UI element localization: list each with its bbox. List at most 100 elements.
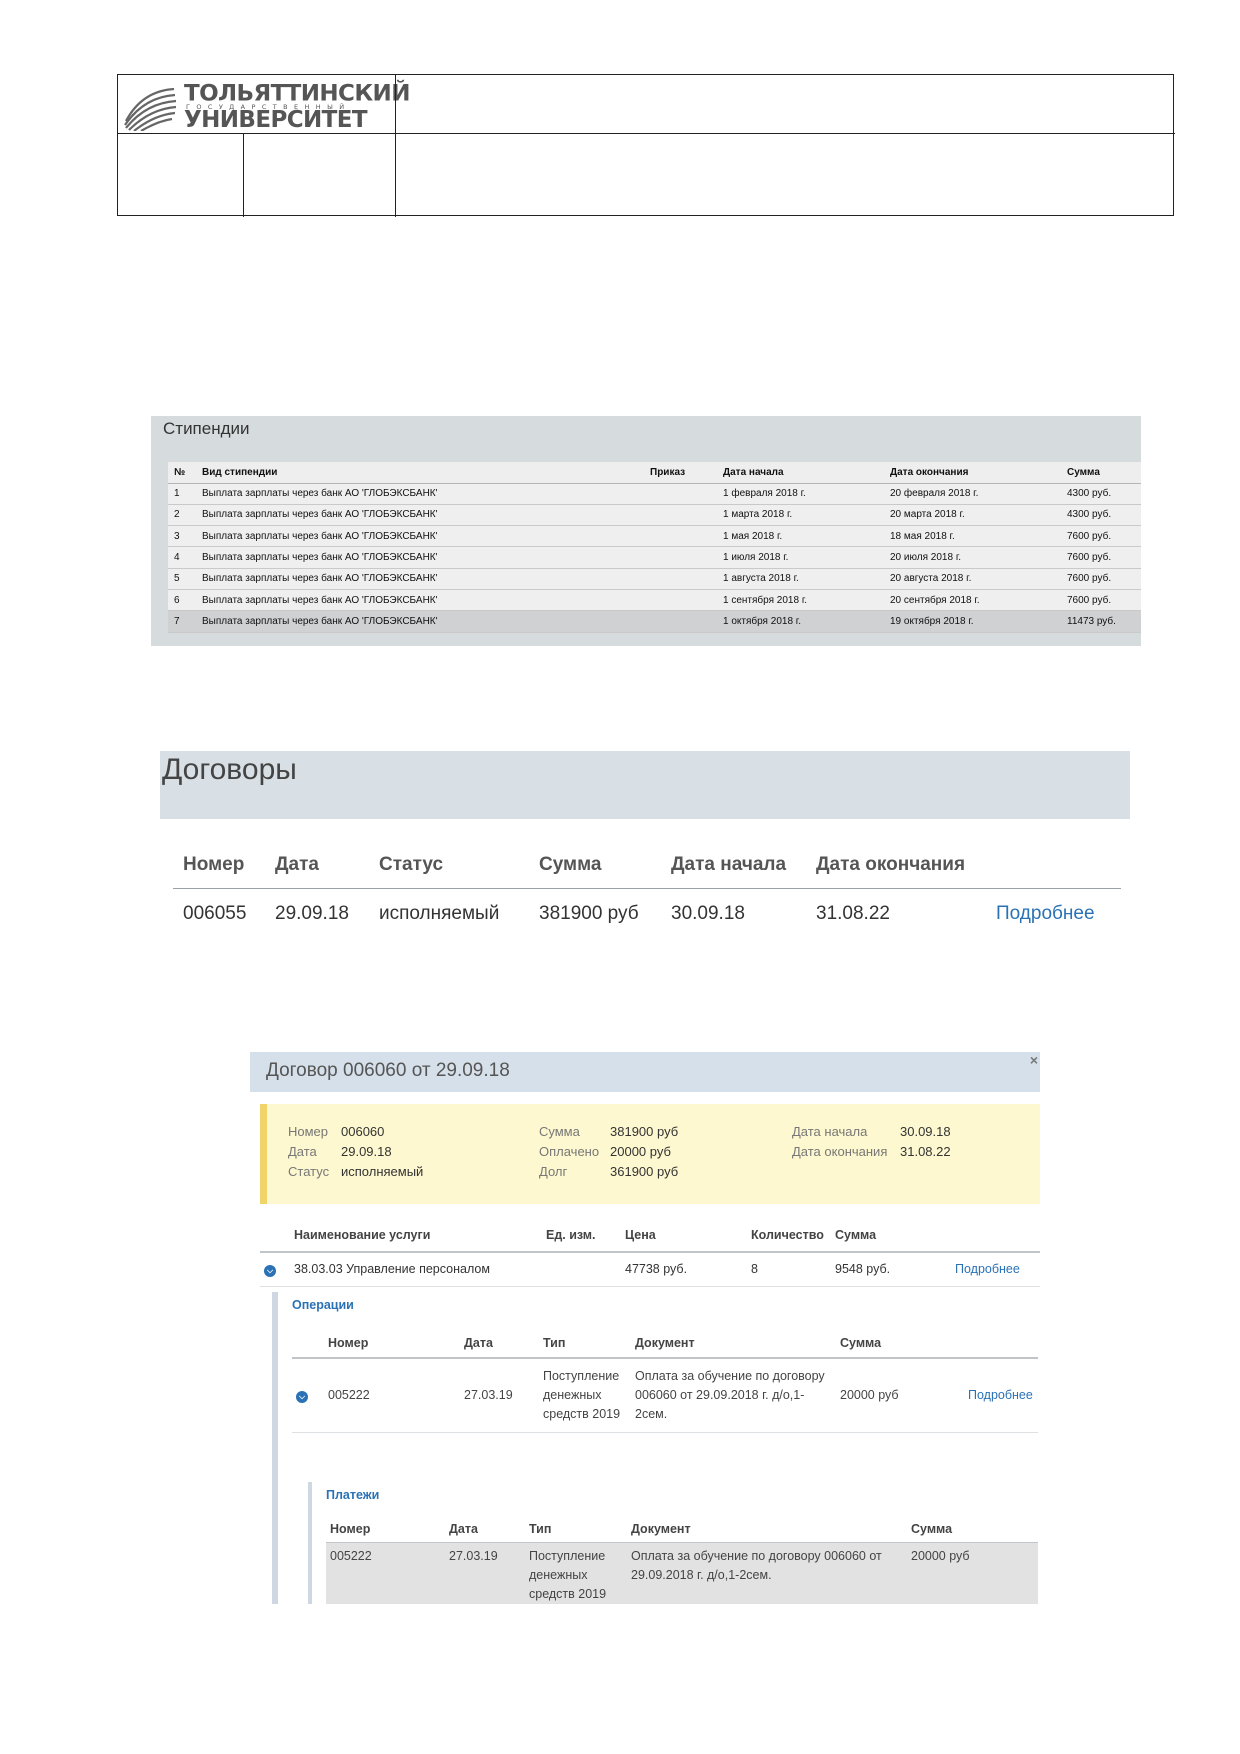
details-link[interactable]: Подробнее xyxy=(951,1252,1040,1287)
cell-start: 1 марта 2018 г. xyxy=(717,504,884,527)
cell-date: 27.03.19 xyxy=(445,1542,525,1604)
cell-sum: 20000 руб xyxy=(836,1358,964,1433)
col-header-number: № xyxy=(168,462,196,484)
start-value: 30.09.18 xyxy=(900,1124,951,1139)
cell-end: 20 августа 2018 г. xyxy=(884,568,1061,590)
col-header-sum: Сумма xyxy=(1061,462,1141,484)
table-row-selected[interactable]: 7 Выплата зарплаты через банк АО 'ГЛОБЭК… xyxy=(168,610,1141,633)
cell-start: 1 сентября 2018 г. xyxy=(717,589,884,612)
operations-section: Операции Номер Дата Тип Документ Сумма ⌵… xyxy=(272,1292,1040,1604)
cell-kind: Выплата зарплаты через банк АО 'ГЛОБЭКСБ… xyxy=(196,589,644,612)
cell-order xyxy=(644,610,717,633)
cell-start: 1 июля 2018 г. xyxy=(717,546,884,569)
contract-detail-modal: Договор 006060 от 29.09.18 × Номер 00606… xyxy=(250,1052,1040,1604)
col-header-service: Наименование услуги xyxy=(290,1218,542,1253)
table-row[interactable]: 2 Выплата зарплаты через банк АО 'ГЛОБЭК… xyxy=(168,504,1141,527)
close-icon[interactable]: × xyxy=(1030,1052,1038,1068)
col-header-action xyxy=(951,1218,1040,1253)
col-header-order: Приказ xyxy=(644,462,717,484)
col-header-sum: Сумма xyxy=(836,1328,964,1359)
cell-sum: 7600 руб. xyxy=(1061,589,1141,612)
table-row[interactable]: 1 Выплата зарплаты через банк АО 'ГЛОБЭК… xyxy=(168,483,1141,505)
col-header-unit: Ед. изм. xyxy=(542,1218,621,1253)
operations-title: Операции xyxy=(292,1298,354,1312)
col-header-number: Номер xyxy=(326,1516,445,1543)
payments-table: Номер Дата Тип Документ Сумма 005222 27.… xyxy=(326,1516,1038,1604)
cell-number: 005222 xyxy=(324,1358,460,1433)
cell-end: 20 марта 2018 г. xyxy=(884,504,1061,527)
expand-toggle[interactable]: ⌵ xyxy=(292,1358,324,1433)
col-header-end: Дата окончания xyxy=(806,842,986,889)
end-value: 31.08.22 xyxy=(900,1144,951,1159)
university-logo: ТОЛЬЯТТИНСКИЙ ГОСУДАРСТВЕННЫЙ УНИВЕРСИТЕ… xyxy=(122,79,410,133)
col-header-date: Дата xyxy=(445,1516,525,1543)
col-header-status: Статус xyxy=(369,842,529,889)
table-header-row: № Вид стипендии Приказ Дата начала Дата … xyxy=(168,462,1141,484)
cell-sum: 7600 руб. xyxy=(1061,525,1141,548)
cell-sum: 7600 руб. xyxy=(1061,546,1141,569)
cell-date: 27.03.19 xyxy=(460,1358,539,1433)
modal-title: Договор 006060 от 29.09.18 xyxy=(266,1060,510,1081)
table-header-row: Номер Дата Статус Сумма Дата начала Дата… xyxy=(173,842,1121,889)
sum-label: Сумма xyxy=(539,1124,580,1139)
col-header-type: Тип xyxy=(525,1516,627,1543)
cell-number: 005222 xyxy=(326,1542,445,1604)
cell-number: 5 xyxy=(168,568,196,590)
contracts-title: Договоры xyxy=(162,753,297,786)
col-header-end: Дата окончания xyxy=(884,462,1061,484)
contracts-table: Номер Дата Статус Сумма Дата начала Дата… xyxy=(173,842,1121,940)
col-header-document: Документ xyxy=(627,1516,907,1543)
sum-value: 381900 руб xyxy=(610,1124,679,1139)
cell-number: 2 xyxy=(168,504,196,527)
cell-unit xyxy=(542,1252,621,1287)
cell-order xyxy=(644,589,717,612)
header-divider xyxy=(118,133,1175,134)
date-label: Дата xyxy=(288,1144,317,1159)
cell-end: 20 сентября 2018 г. xyxy=(884,589,1061,612)
chevron-down-icon[interactable]: ⌵ xyxy=(296,1391,308,1403)
logo-text-line3: УНИВЕРСИТЕТ xyxy=(184,107,368,133)
table-row[interactable]: 6 Выплата зарплаты через банк АО 'ГЛОБЭК… xyxy=(168,589,1141,612)
cell-end: 31.08.22 xyxy=(816,903,890,925)
col-header-number: Номер xyxy=(173,842,265,889)
cell-number: 3 xyxy=(168,525,196,548)
status-label: Статус xyxy=(288,1164,330,1179)
cell-sum: 9548 руб. xyxy=(831,1252,951,1287)
cell-status: исполняемый xyxy=(379,903,500,925)
table-row[interactable]: 3 Выплата зарплаты через банк АО 'ГЛОБЭК… xyxy=(168,525,1141,548)
operations-table: Номер Дата Тип Документ Сумма ⌵ 005222 2… xyxy=(292,1328,1038,1433)
cell-sum: 11473 руб. xyxy=(1061,610,1141,633)
paid-label: Оплачено xyxy=(539,1144,600,1159)
contracts-header: Договоры xyxy=(160,751,1130,819)
cell-start: 30.09.18 xyxy=(671,903,745,925)
table-header-row: Номер Дата Тип Документ Сумма xyxy=(326,1516,1038,1543)
debt-label: Долг xyxy=(539,1164,568,1179)
cell-end: 20 июля 2018 г. xyxy=(884,546,1061,569)
cell-order xyxy=(644,568,717,590)
cell-kind: Выплата зарплаты через банк АО 'ГЛОБЭКСБ… xyxy=(196,568,644,590)
table-row[interactable]: 5 Выплата зарплаты через банк АО 'ГЛОБЭК… xyxy=(168,568,1141,590)
cell-end: 19 октября 2018 г. xyxy=(884,610,1061,633)
details-link[interactable]: Подробнее xyxy=(964,1358,1038,1433)
status-value: исполняемый xyxy=(341,1164,424,1179)
chevron-down-icon[interactable]: ⌵ xyxy=(264,1264,276,1277)
table-header-row: Номер Дата Тип Документ Сумма xyxy=(292,1328,1038,1359)
cell-type: Поступление денежных средств 2019 xyxy=(539,1358,631,1433)
col-header-action xyxy=(964,1328,1038,1359)
cell-end: 20 февраля 2018 г. xyxy=(884,483,1061,505)
cell-date: 29.09.18 xyxy=(275,903,349,925)
col-header-start: Дата начала xyxy=(717,462,884,484)
col-header-toggle xyxy=(292,1328,324,1359)
start-label: Дата начала xyxy=(792,1124,868,1139)
cell-order xyxy=(644,504,717,527)
col-header-number: Номер xyxy=(324,1328,460,1359)
col-header-type: Тип xyxy=(539,1328,631,1359)
cell-kind: Выплата зарплаты через банк АО 'ГЛОБЭКСБ… xyxy=(196,546,644,569)
col-header-start: Дата начала xyxy=(661,842,806,889)
details-link[interactable]: Подробнее xyxy=(986,888,1121,940)
cell-qty: 8 xyxy=(747,1252,831,1287)
expand-toggle[interactable]: ⌵ xyxy=(260,1252,290,1287)
number-value: 006060 xyxy=(341,1124,385,1139)
cell-start: 1 февраля 2018 г. xyxy=(717,483,884,505)
table-row[interactable]: 4 Выплата зарплаты через банк АО 'ГЛОБЭК… xyxy=(168,546,1141,569)
